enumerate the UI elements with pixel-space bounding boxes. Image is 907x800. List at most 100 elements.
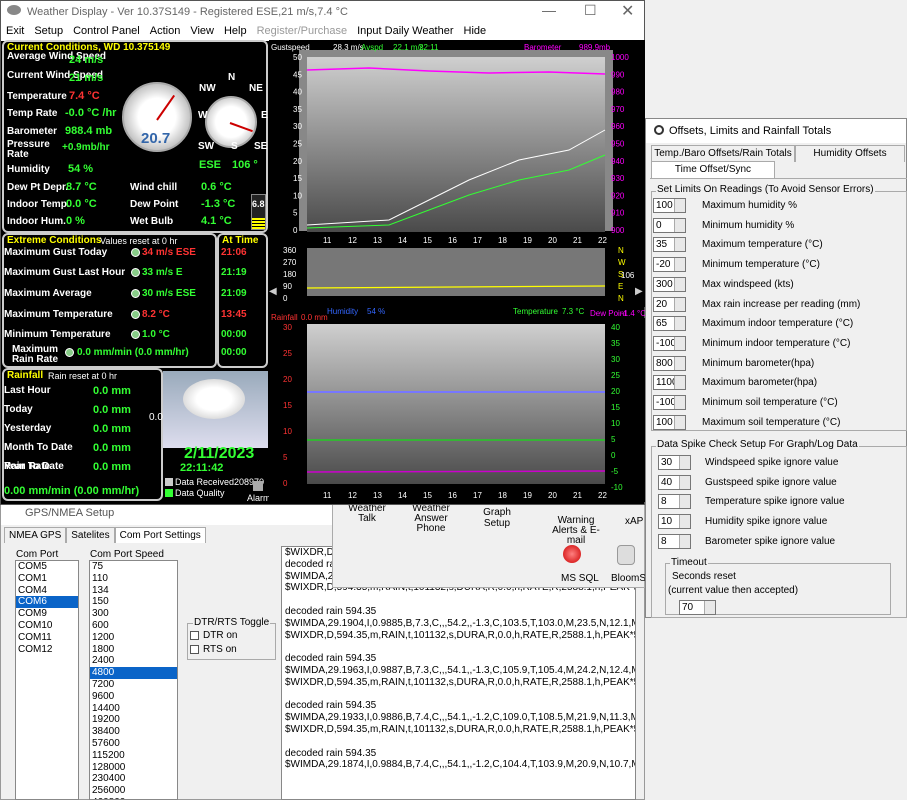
tick-label: 970 bbox=[611, 105, 625, 114]
menu-control-panel[interactable]: Control Panel bbox=[68, 23, 145, 41]
limit-spinner[interactable]: 100 bbox=[653, 414, 686, 430]
spike-spinner[interactable]: 40 bbox=[658, 474, 691, 490]
limit-spinner[interactable]: 100 bbox=[653, 198, 686, 213]
xap-button[interactable]: xAP bbox=[625, 516, 643, 527]
minimize-icon[interactable]: — bbox=[542, 2, 556, 18]
com-speed-item[interactable]: 19200 bbox=[90, 714, 177, 726]
com-speed-item[interactable]: 230400 bbox=[90, 773, 177, 785]
time-value: 22:11:42 bbox=[180, 462, 224, 474]
wind-plot-bg bbox=[307, 57, 605, 232]
com-speed-item[interactable]: 110 bbox=[90, 573, 177, 585]
limit-spinner[interactable]: -100 bbox=[653, 395, 686, 410]
com-speed-item[interactable]: 150 bbox=[90, 596, 177, 608]
spike-spinner[interactable]: 30 bbox=[658, 455, 691, 470]
com-port-item[interactable]: COM11 bbox=[16, 632, 78, 644]
warning-alerts-button[interactable]: Warning Alerts & E-mail bbox=[545, 516, 607, 546]
com-speed-item[interactable]: 300 bbox=[90, 608, 177, 620]
tick-label: 90 bbox=[283, 282, 292, 291]
at-time-header: At Time bbox=[222, 235, 259, 246]
menu-input-daily[interactable]: Input Daily Weather bbox=[352, 23, 458, 41]
extreme-note: Values reset at 0 hr bbox=[100, 236, 178, 246]
spike-spinner[interactable]: 8 bbox=[658, 494, 691, 510]
com-speed-item[interactable]: 128000 bbox=[90, 762, 177, 774]
dtr-checkbox[interactable]: DTR on bbox=[190, 630, 237, 641]
app-icon bbox=[7, 5, 21, 15]
com-speed-list[interactable]: 75 110 134 150 300 600 1200 1800 2400 4800 7200 960… bbox=[89, 560, 178, 800]
com-port-item[interactable]: COM12 bbox=[16, 644, 78, 656]
com-speed-item[interactable]: 7200 bbox=[90, 679, 177, 691]
com-port-list[interactable]: COM5 COM1 COM4 COM6 COM9 COM10 COM11 COM12 bbox=[15, 560, 79, 800]
limit-spinner[interactable]: 0 bbox=[653, 217, 686, 233]
limit-spinner[interactable]: 20 bbox=[653, 296, 686, 312]
avspd-label: Avspd bbox=[361, 43, 383, 52]
tick-label: -10 bbox=[611, 483, 623, 492]
menu-register[interactable]: Register/Purchase bbox=[252, 23, 353, 41]
limit-spinner[interactable]: -20 bbox=[653, 257, 686, 273]
com-port-item[interactable]: COM1 bbox=[16, 573, 78, 585]
tab-humidity-offsets[interactable]: Humidity Offsets bbox=[795, 145, 905, 162]
tick-label: 14 bbox=[398, 236, 407, 245]
com-port-item[interactable]: COM9 bbox=[16, 608, 78, 620]
com-speed-item[interactable]: 75 bbox=[90, 561, 177, 573]
com-speed-item[interactable]: 9600 bbox=[90, 691, 177, 703]
com-speed-item[interactable]: 2400 bbox=[90, 655, 177, 667]
compass-w: W bbox=[198, 110, 208, 121]
tab-nmea-gps[interactable]: NMEA GPS bbox=[4, 527, 67, 543]
limit-spinner[interactable]: 1100 bbox=[653, 375, 686, 391]
menu-hide[interactable]: Hide bbox=[459, 23, 492, 41]
tick-label: 12 bbox=[348, 491, 357, 500]
com-speed-item[interactable]: 600 bbox=[90, 620, 177, 632]
timeout-label: Seconds reset bbox=[672, 571, 736, 582]
temp-rate-label: Temp Rate bbox=[7, 108, 58, 119]
com-speed-item[interactable]: 134 bbox=[90, 585, 177, 597]
scroll-left-icon[interactable]: ◀ bbox=[269, 286, 277, 297]
graph-setup-button[interactable]: Graph Setup bbox=[469, 507, 525, 529]
limit-spinner[interactable]: 800 bbox=[653, 355, 686, 371]
com-speed-item[interactable]: 4800 bbox=[90, 667, 177, 679]
alarm-bell-icon[interactable] bbox=[253, 481, 263, 491]
com-speed-item[interactable]: 1200 bbox=[90, 632, 177, 644]
tab-time-offset[interactable]: Time Offset/Sync bbox=[651, 161, 775, 178]
menu-exit[interactable]: Exit bbox=[1, 23, 29, 41]
log-line: $WIMDA,29.1963,I,0.9887,B,7.3,C,,,54.1,,… bbox=[285, 664, 636, 676]
menu-help[interactable]: Help bbox=[219, 23, 252, 41]
com-port-item[interactable]: COM10 bbox=[16, 620, 78, 632]
tick-label: 40 bbox=[611, 323, 620, 332]
limit-spinner[interactable]: 300 bbox=[653, 276, 686, 292]
com-speed-item[interactable]: 57600 bbox=[90, 738, 177, 750]
baro-graph-value: 989.9mb bbox=[579, 43, 611, 52]
menu-setup[interactable]: Setup bbox=[29, 23, 68, 41]
tab-temp-baro[interactable]: Temp./Baro Offsets/Rain Totals bbox=[651, 145, 795, 162]
limit-spinner[interactable]: -100 bbox=[653, 335, 686, 351]
spike-spinner[interactable]: 10 bbox=[658, 514, 691, 530]
com-port-item[interactable]: COM5 bbox=[16, 561, 78, 573]
timeout-spinner[interactable]: 70 bbox=[679, 600, 716, 615]
rts-checkbox[interactable]: RTS on bbox=[190, 644, 237, 655]
tick-label: 910 bbox=[611, 209, 625, 218]
com-speed-item[interactable]: 1800 bbox=[90, 644, 177, 656]
extreme-indicator-icon bbox=[131, 330, 140, 339]
limit-spinner[interactable]: 35 bbox=[653, 237, 686, 253]
com-port-item[interactable]: COM6 bbox=[16, 596, 78, 609]
com-speed-item[interactable]: 256000 bbox=[90, 785, 177, 797]
maximize-icon[interactable]: ☐ bbox=[584, 2, 597, 19]
tab-satelites[interactable]: Satelites bbox=[66, 527, 115, 543]
com-speed-item[interactable]: 115200 bbox=[90, 750, 177, 762]
log-line: decoded rain 594.35 bbox=[285, 700, 377, 712]
com-port-item[interactable]: COM4 bbox=[16, 585, 78, 597]
close-icon[interactable]: ✕ bbox=[621, 1, 634, 21]
com-speed-item[interactable]: 14400 bbox=[90, 703, 177, 715]
limit-spinner[interactable]: 65 bbox=[653, 316, 686, 332]
ms-sql-button[interactable]: MS SQL bbox=[561, 573, 599, 584]
tick-label: 30 bbox=[293, 122, 302, 131]
tab-com-port-settings[interactable]: Com Port Settings bbox=[114, 527, 206, 543]
weather-talk-button[interactable]: Weather Talk bbox=[345, 504, 389, 524]
menu-view[interactable]: View bbox=[185, 23, 219, 41]
tick-label: 22 bbox=[598, 236, 607, 245]
com-speed-item[interactable]: 38400 bbox=[90, 726, 177, 738]
rain-rate-label: Rain Rate bbox=[4, 461, 51, 472]
answer-phone-button[interactable]: Weather Answer Phone bbox=[399, 504, 463, 534]
scroll-right-icon[interactable]: ▶ bbox=[635, 286, 643, 297]
spike-spinner[interactable]: 8 bbox=[658, 533, 691, 549]
menu-action[interactable]: Action bbox=[145, 23, 186, 41]
